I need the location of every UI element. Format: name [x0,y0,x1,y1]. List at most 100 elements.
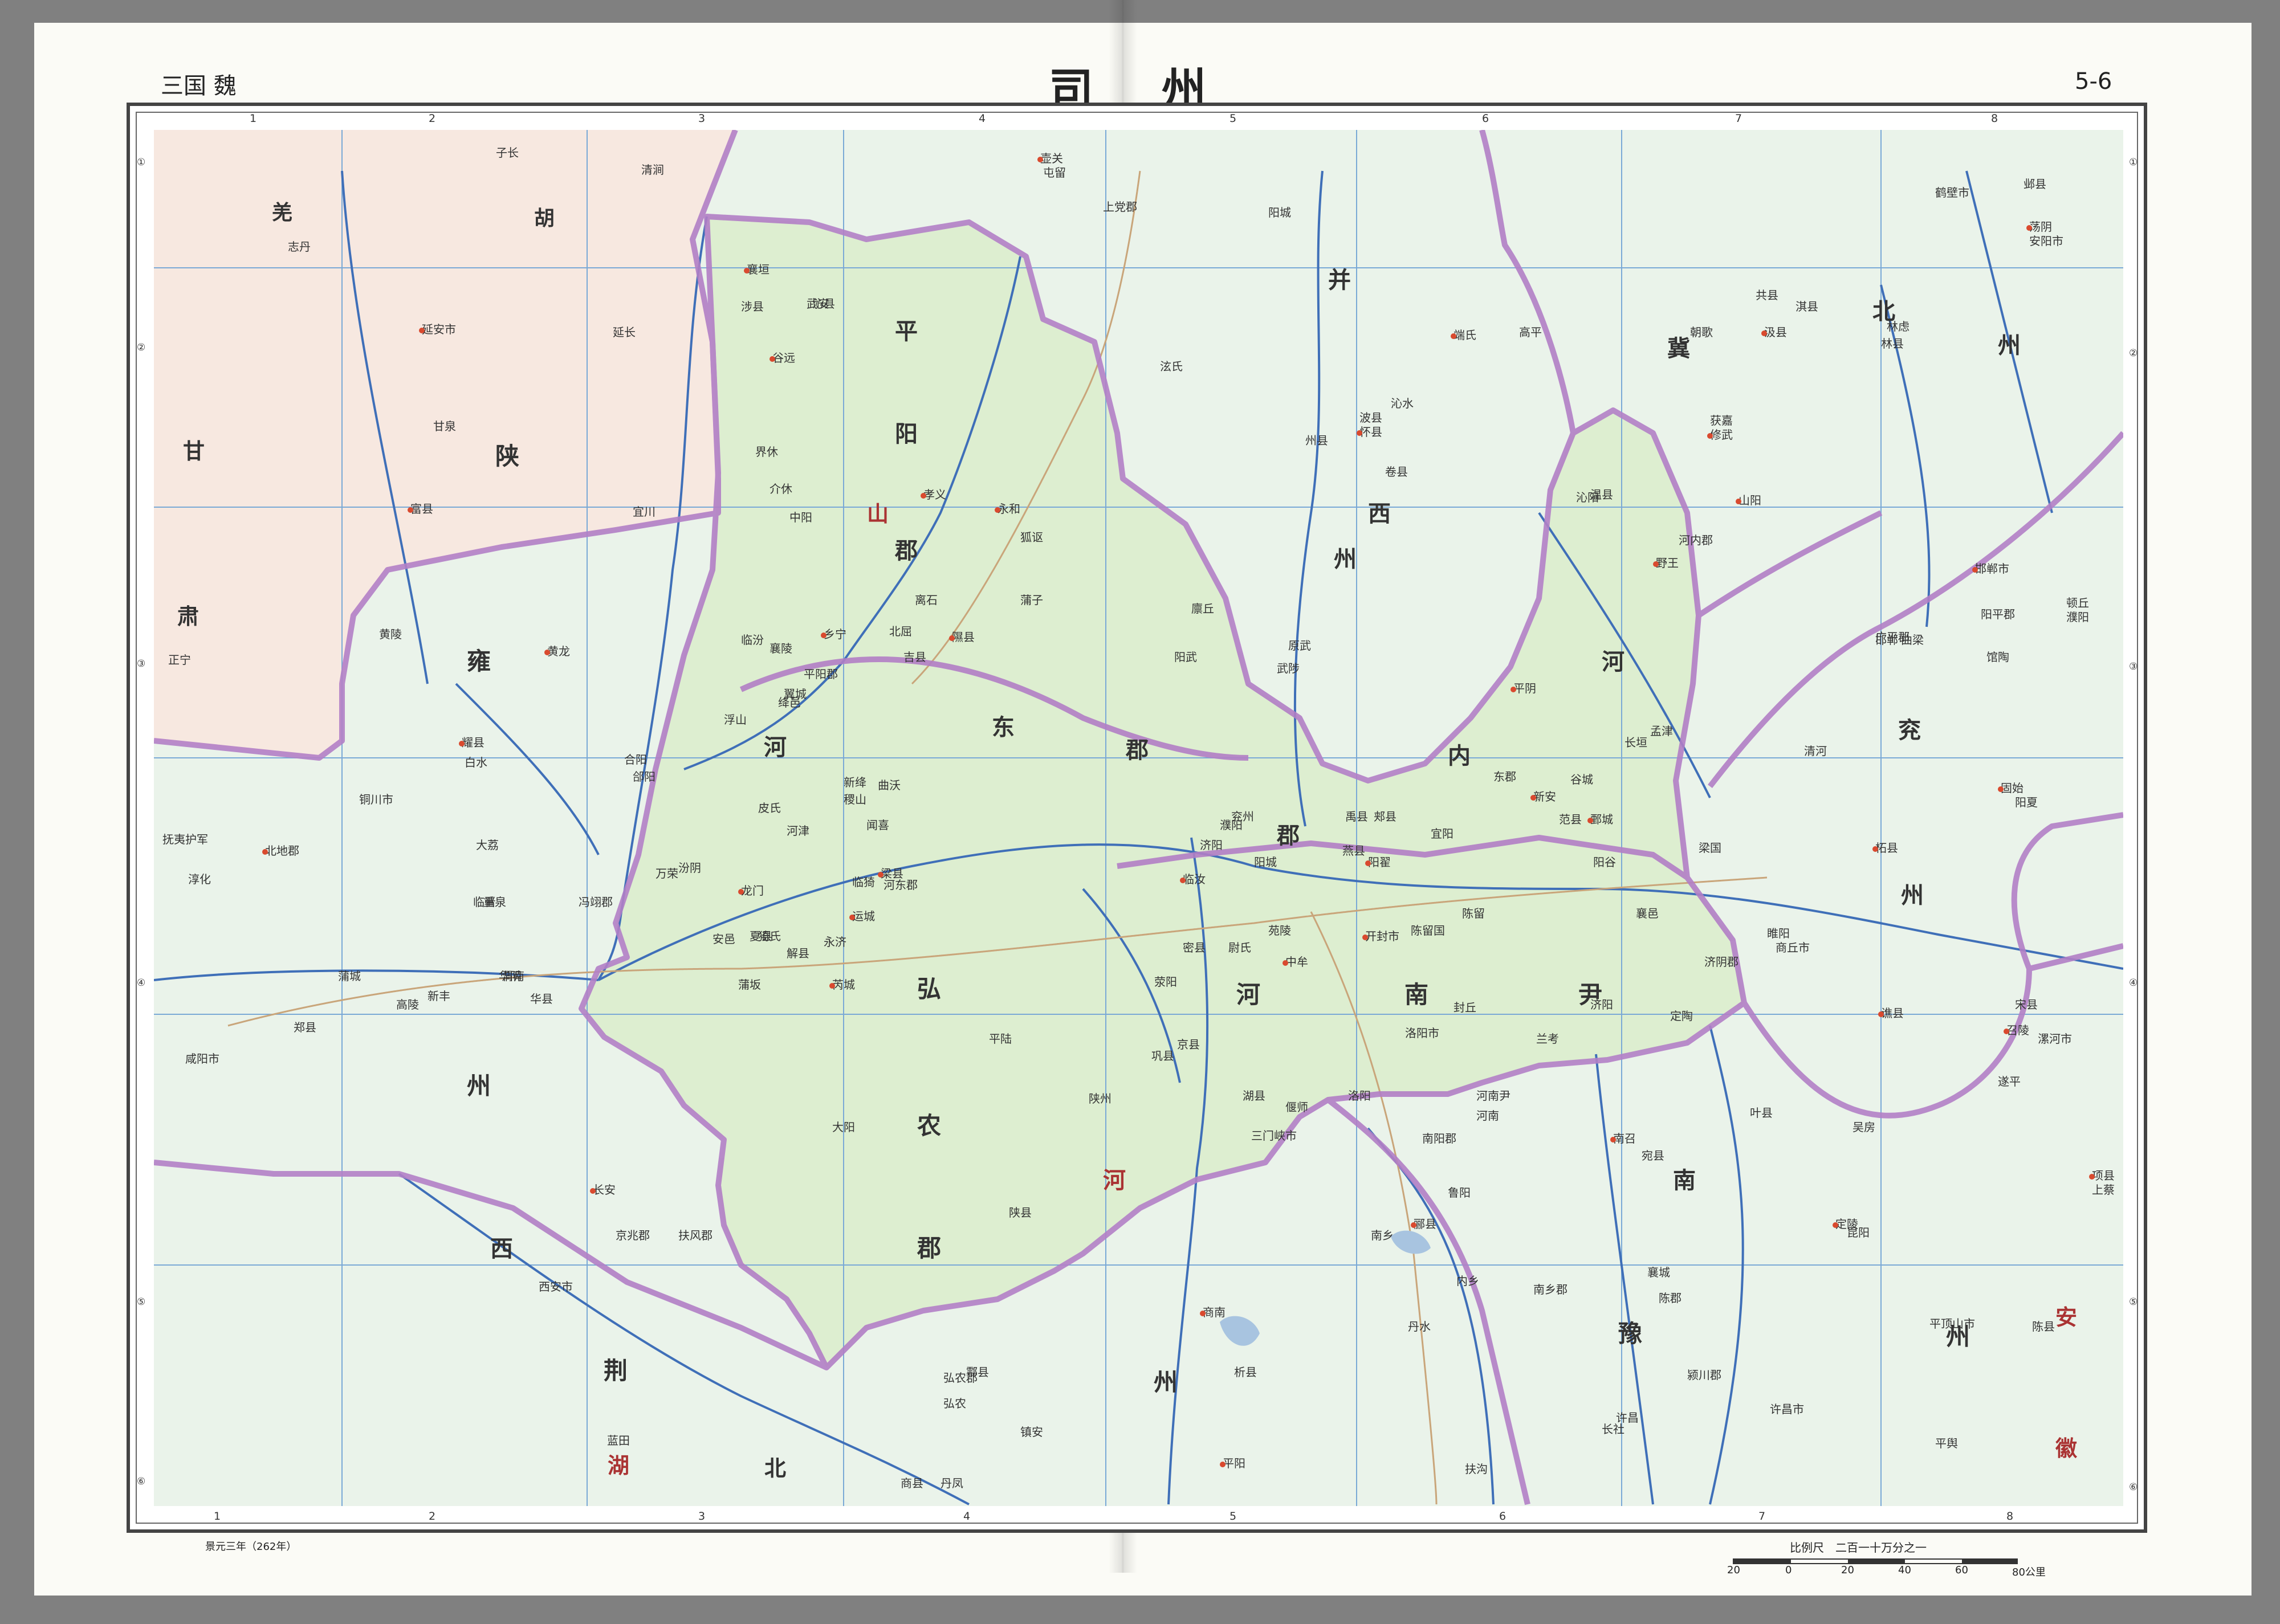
place-label: 宛县 [1642,1149,1664,1162]
place-label: 闻喜 [866,818,889,832]
place-label: 陈县 [2032,1320,2055,1333]
place-label: 河南尹 [1476,1089,1510,1103]
place-label: 邺县 [2023,177,2046,191]
place-label: 柘县 [1875,841,1898,855]
place-label: 安阳市 [2029,234,2063,248]
region-label: 郡 [917,1234,941,1262]
place-label: 西安市 [539,1280,573,1294]
place-label: 狐讴 [1020,531,1043,544]
place-label: 汲县 [1764,325,1787,339]
place-label: 郦县 [1414,1217,1436,1231]
place-label: 陈郡 [1659,1291,1681,1305]
grid-row-number: ⑥ [2129,1482,2138,1493]
grid-column-number: 1 [214,1510,221,1523]
place-label: 平阳 [1223,1456,1245,1470]
place-label: 北屈 [889,625,912,638]
place-label: 濮阳 [2066,610,2089,624]
place-label: 商丘市 [1776,941,1810,954]
place-label: 曲沃 [878,778,901,792]
place-label: 中牟 [1285,955,1308,969]
place-label: 临汾 [741,633,764,647]
place-label: 河内郡 [1679,533,1713,547]
place-label: 宜川 [633,505,656,519]
region-label: 甘 [183,438,205,464]
place-label: 许昌市 [1770,1402,1804,1416]
place-label: 颍川郡 [1687,1368,1721,1382]
region-label: 肃 [177,603,199,629]
place-label: 燕县 [1342,844,1365,858]
grid-column-number: 6 [1482,112,1489,125]
place-label: 耀县 [462,736,484,749]
region-label: 山 [867,501,889,527]
place-label: 正宁 [168,653,191,667]
grid-column-number: 3 [698,112,706,125]
place-label: 华阴 [499,969,522,983]
place-label: 长安 [593,1183,616,1197]
region-label: 南 [1673,1167,1696,1194]
place-label: 宋县 [2015,998,2038,1011]
place-label: 范县 [1559,813,1582,826]
region-label: 东 [992,714,1015,741]
place-label: 绛邑 [778,696,801,709]
place-label: 万荣 [656,867,678,880]
place-label: 安邑 [712,932,735,946]
place-label: 扶风郡 [678,1229,712,1242]
place-label: 介休 [769,482,792,496]
region-label: 豫 [1618,1320,1642,1348]
place-label: 谷远 [772,351,795,365]
grid-column-number: 2 [429,1510,436,1523]
region-label: 雍 [467,647,491,675]
place-label: 项县 [2092,1169,2115,1182]
place-label: 荡阴 [2029,220,2052,234]
region-label: 内 [1448,742,1471,769]
place-label: 黄龙 [547,644,570,658]
region-label: 冀 [1667,335,1690,362]
place-label: 长社 [1602,1422,1624,1436]
region-label: 南 [1404,981,1428,1009]
place-label: 郃阳 [633,770,656,784]
place-label: 中阳 [789,511,812,524]
region-label: 河 [764,734,787,761]
place-label: 阳翟 [1368,855,1391,869]
place-label: 阳武 [1174,650,1197,664]
place-label: 皮氏 [758,801,781,815]
place-label: 孟津 [1650,724,1673,738]
region-label: 郡 [1125,737,1149,764]
place-label: 南乡 [1371,1229,1394,1242]
place-label: 上党郡 [1103,200,1137,214]
scale-label: 比例尺 二百一十万分之一 [1790,1541,1927,1554]
scale-bar [1733,1558,2018,1564]
place-label: 获嘉 [1710,414,1733,427]
place-label: 上蔡 [2092,1183,2115,1197]
region-label: 郡 [894,537,918,564]
place-label: 谯县 [1881,1006,1904,1020]
place-label: 沁阳 [1576,491,1599,504]
place-label: 咸阳市 [185,1052,219,1066]
place-label: 共县 [1756,288,1778,302]
region-label: 河 [1236,981,1260,1009]
place-label: 弘农郡 [943,1371,978,1385]
place-label: 襄垣 [747,263,769,276]
grid-row-number: ① [2129,157,2138,168]
grid-column-number: 7 [1758,1510,1766,1523]
place-label: 河东郡 [883,878,918,892]
historical-map: 羌 胡 陕 甘 肃 雍 州 平 阳 山 郡 并 西 州 冀 北 州 东 河 郡 … [154,130,2123,1506]
place-label: 叶县 [1750,1106,1773,1120]
region-label: 州 [1901,882,1924,909]
scale-tick: 60 [1955,1564,1968,1576]
place-label: 临猗 [852,875,875,889]
region-label: 徽 [2055,1435,2078,1461]
place-label: 华县 [530,992,553,1006]
place-label: 林虑 [1887,320,1909,333]
region-label: 农 [917,1112,941,1140]
place-label: 端氏 [1453,328,1476,342]
place-label: 陈留 [1462,907,1485,920]
place-label: 卷县 [1385,465,1408,479]
place-label: 襄城 [1647,1266,1670,1279]
place-label: 兖州 [1231,810,1254,823]
region-label: 州 [1154,1368,1178,1396]
place-label: 顿丘 [2066,596,2089,610]
scale-tick: 20 [1841,1564,1854,1576]
place-label: 漯河市 [2038,1032,2072,1046]
place-label: 长垣 [1624,736,1647,749]
